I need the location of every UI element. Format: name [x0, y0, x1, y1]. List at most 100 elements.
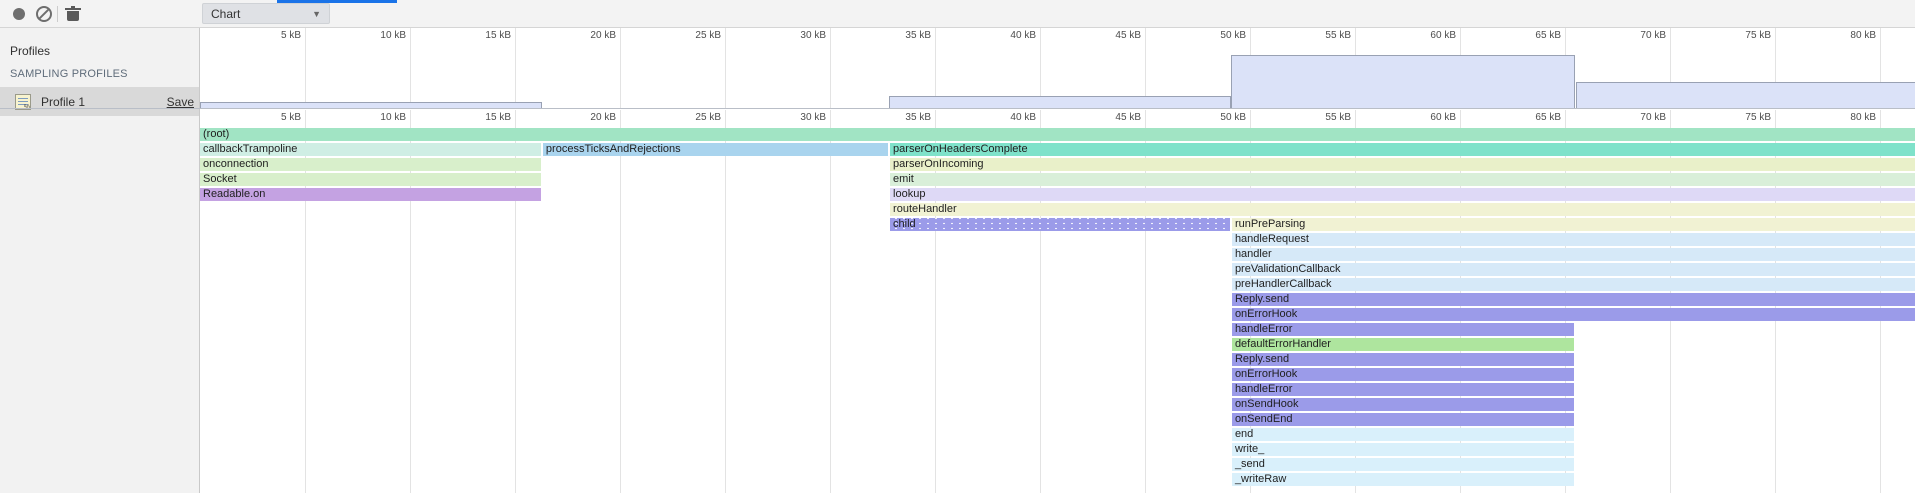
frame-parseronincoming[interactable]: parserOnIncoming [890, 158, 1915, 171]
sidebar-item-profile-1[interactable]: Profile 1 Save [0, 87, 199, 116]
overview-baseline [0, 108, 1915, 109]
frame-handler[interactable]: handler [1232, 248, 1915, 261]
tick-label-70kb: 70 kB [1606, 112, 1666, 123]
record-button[interactable] [8, 3, 30, 25]
tick-label-65kb: 65 kB [1501, 30, 1561, 41]
view-mode-value: Chart [211, 7, 240, 21]
frame-prevalidationcallback[interactable]: preValidationCallback [1232, 263, 1915, 276]
frame-parseronheaderscomplete[interactable]: parserOnHeadersComplete [890, 143, 1915, 156]
gridline-30kb [830, 110, 831, 493]
frame-onsendhook[interactable]: onSendHook [1232, 398, 1574, 411]
overview-segment-3[interactable] [1231, 55, 1575, 108]
frame--root-[interactable]: (root) [200, 128, 1915, 141]
frame--send[interactable]: _send [1232, 458, 1574, 471]
frame-label: defaultErrorHandler [1235, 338, 1331, 350]
gridline-10kb [410, 28, 411, 109]
frame-label: _writeRaw [1235, 473, 1286, 485]
tick-label-45kb: 45 kB [1081, 112, 1141, 123]
tick-label-55kb: 55 kB [1291, 112, 1351, 123]
frame-routehandler[interactable]: routeHandler [890, 203, 1915, 216]
frame-socket[interactable]: Socket [200, 173, 541, 186]
frame-runpreparsing[interactable]: runPreParsing [1232, 218, 1915, 231]
tick-label-25kb: 25 kB [661, 112, 721, 123]
tick-label-15kb: 15 kB [451, 30, 511, 41]
frame-label: onErrorHook [1235, 368, 1297, 380]
frame-reply-send[interactable]: Reply.send [1232, 293, 1915, 306]
gridline-15kb [515, 28, 516, 109]
frame-onerrorhook[interactable]: onErrorHook [1232, 308, 1915, 321]
tick-label-15kb: 15 kB [451, 112, 511, 123]
frame-label: callbackTrampoline [203, 143, 297, 155]
frame-handleerror[interactable]: handleError [1232, 323, 1574, 336]
frame-label: write_ [1235, 443, 1264, 455]
clear-profiles-button[interactable] [33, 3, 55, 25]
overview-segment-2[interactable] [889, 96, 1231, 108]
toolbar-separator [57, 6, 58, 22]
tick-label-30kb: 30 kB [766, 30, 826, 41]
frame-lookup[interactable]: lookup [890, 188, 1915, 201]
frame-label: Socket [203, 173, 237, 185]
gridline-5kb [305, 28, 306, 109]
frame-label: lookup [893, 188, 925, 200]
tick-label-5kb: 5 kB [241, 30, 301, 41]
tick-label-45kb: 45 kB [1081, 30, 1141, 41]
frame-label: Reply.send [1235, 293, 1289, 305]
frame-label: handler [1235, 248, 1272, 260]
frame-onerrorhook[interactable]: onErrorHook [1232, 368, 1574, 381]
tick-label-80kb: 80 kB [1816, 112, 1876, 123]
frame-label: parserOnHeadersComplete [893, 143, 1028, 155]
frame-emit[interactable]: emit [890, 173, 1915, 186]
view-mode-select[interactable]: Chart ▼ [202, 3, 330, 24]
frame-handlerequest[interactable]: handleRequest [1232, 233, 1915, 246]
tick-label-5kb: 5 kB [241, 112, 301, 123]
frame-label: parserOnIncoming [893, 158, 984, 170]
profiles-sidebar: Profiles SAMPLING PROFILES Profile 1 Sav… [0, 28, 200, 493]
frame--writeraw[interactable]: _writeRaw [1232, 473, 1574, 486]
frame-label: processTicksAndRejections [546, 143, 681, 155]
chevron-down-icon: ▼ [312, 9, 321, 19]
tick-label-55kb: 55 kB [1291, 30, 1351, 41]
frame-callbacktrampoline[interactable]: callbackTrampoline [200, 143, 541, 156]
tick-label-50kb: 50 kB [1186, 30, 1246, 41]
frame-label: preHandlerCallback [1235, 278, 1332, 290]
frame-onsendend[interactable]: onSendEnd [1232, 413, 1574, 426]
frame-write-[interactable]: write_ [1232, 443, 1574, 456]
tick-label-65kb: 65 kB [1501, 112, 1561, 123]
frame-defaulterrorhandler[interactable]: defaultErrorHandler [1232, 338, 1574, 351]
frame-handleerror[interactable]: handleError [1232, 383, 1574, 396]
tick-label-80kb: 80 kB [1816, 30, 1876, 41]
overview-segment-4[interactable] [1576, 82, 1915, 108]
frame-readable-on[interactable]: Readable.on [200, 188, 541, 201]
frame-onconnection[interactable]: onconnection [200, 158, 541, 171]
frame-label: child [893, 218, 916, 230]
frame-label: emit [893, 173, 914, 185]
frame-prehandlercallback[interactable]: preHandlerCallback [1232, 278, 1915, 291]
frame-processticksandrejections[interactable]: processTicksAndRejections [543, 143, 888, 156]
sidebar-title: Profiles [10, 44, 50, 58]
frame-label: runPreParsing [1235, 218, 1305, 230]
frame-label: _send [1235, 458, 1265, 470]
frame-label: Reply.send [1235, 353, 1289, 365]
gridline-30kb [830, 28, 831, 109]
frame-child[interactable]: child [890, 218, 1230, 231]
frame-label: onErrorHook [1235, 308, 1297, 320]
frame-label: handleRequest [1235, 233, 1309, 245]
overview-segment-1[interactable] [200, 102, 542, 108]
tick-label-35kb: 35 kB [871, 112, 931, 123]
frame-label: preValidationCallback [1235, 263, 1341, 275]
frame-label: handleError [1235, 323, 1292, 335]
trash-icon [67, 8, 79, 21]
frame-label: onSendHook [1235, 398, 1299, 410]
frame-reply-send[interactable]: Reply.send [1232, 353, 1574, 366]
frame-end[interactable]: end [1232, 428, 1574, 441]
tick-label-20kb: 20 kB [556, 112, 616, 123]
frame-label: handleError [1235, 383, 1292, 395]
tick-label-40kb: 40 kB [976, 112, 1036, 123]
save-profile-link[interactable]: Save [167, 95, 194, 109]
gridline-25kb [725, 110, 726, 493]
tick-label-50kb: 50 kB [1186, 112, 1246, 123]
tick-label-75kb: 75 kB [1711, 112, 1771, 123]
frame-label: end [1235, 428, 1253, 440]
tick-label-10kb: 10 kB [346, 30, 406, 41]
delete-profile-button[interactable] [62, 3, 84, 25]
